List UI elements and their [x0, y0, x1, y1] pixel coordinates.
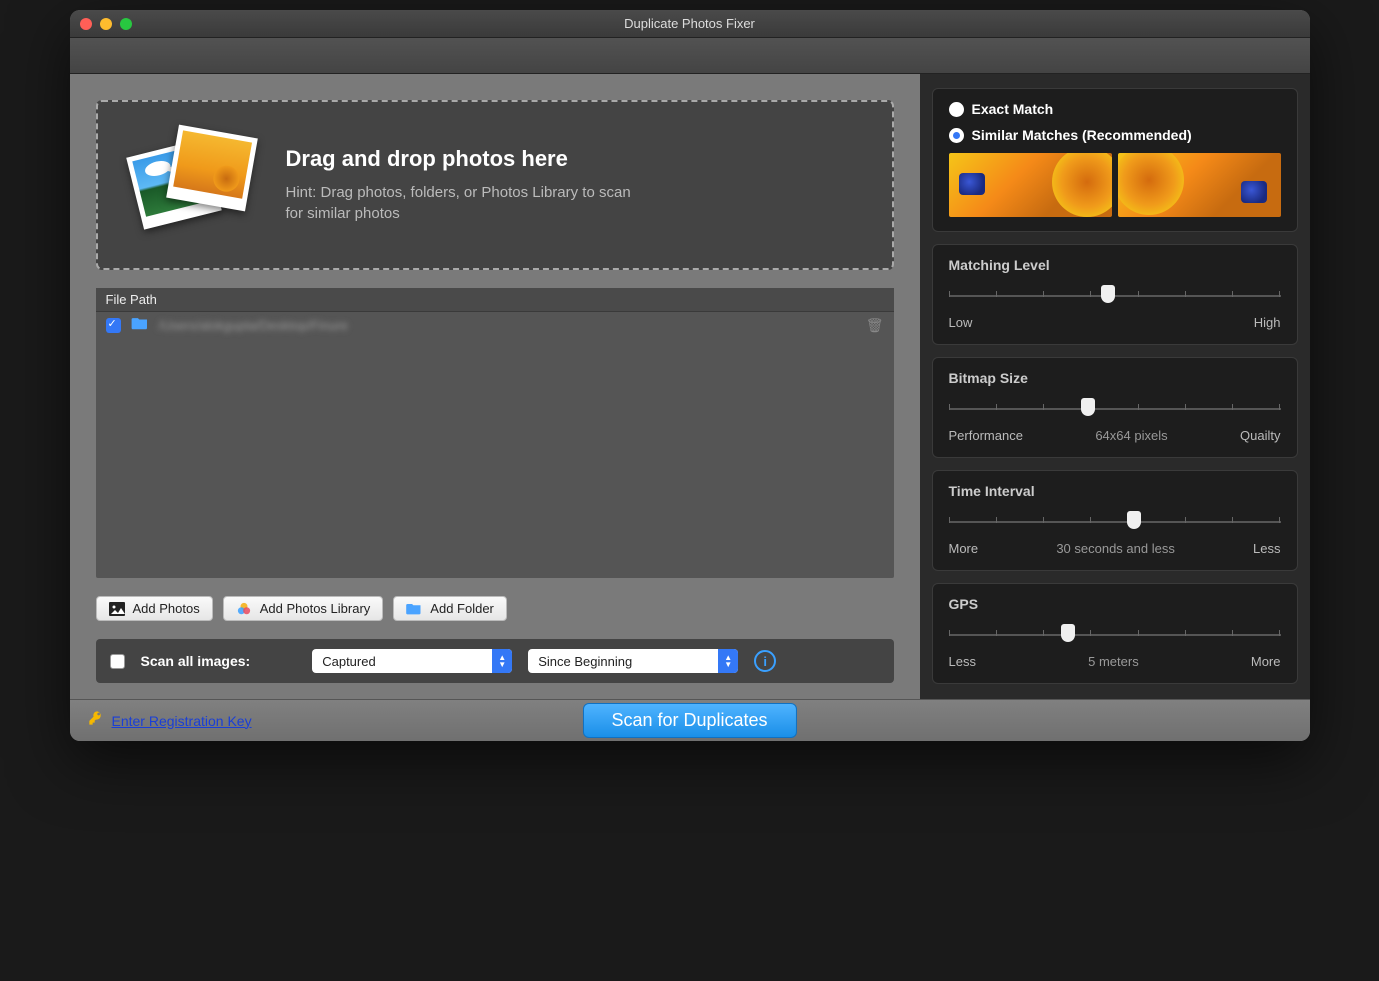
exact-match-label: Exact Match [972, 101, 1054, 117]
chevron-updown-icon: ▲▼ [718, 649, 738, 673]
similar-matches-label: Similar Matches (Recommended) [972, 127, 1192, 143]
chevron-updown-icon: ▲▼ [492, 649, 512, 673]
time-interval-panel: Time Interval More 30 seconds and less L… [932, 470, 1298, 571]
slider-center-label: 64x64 pixels [1095, 428, 1167, 443]
slider-center-label: 5 meters [1088, 654, 1139, 669]
thumbnail-image [949, 153, 1112, 217]
traffic-lights [80, 18, 132, 30]
drop-hint: Hint: Drag photos, folders, or Photos Li… [286, 182, 646, 224]
captured-select[interactable]: Captured ▲▼ [312, 649, 512, 673]
slider-right-label: Less [1253, 541, 1280, 556]
since-select-value: Since Beginning [528, 654, 718, 669]
slider-center-label: 30 seconds and less [1056, 541, 1175, 556]
time-interval-slider[interactable] [949, 513, 1281, 531]
close-window-button[interactable] [80, 18, 92, 30]
scan-all-label: Scan all images: [141, 653, 251, 669]
photos-icon [128, 125, 258, 245]
window-title: Duplicate Photos Fixer [70, 16, 1310, 31]
zoom-window-button[interactable] [120, 18, 132, 30]
main-panel: Drag and drop photos here Hint: Drag pho… [70, 74, 920, 699]
slider-low-label: Low [949, 315, 973, 330]
add-photos-library-label: Add Photos Library [260, 601, 371, 616]
matching-level-slider[interactable] [949, 287, 1281, 305]
thumbnail-image [1118, 153, 1281, 217]
content: Drag and drop photos here Hint: Drag pho… [70, 74, 1310, 699]
add-photos-label: Add Photos [133, 601, 200, 616]
captured-select-value: Captured [312, 654, 492, 669]
bitmap-size-slider[interactable] [949, 400, 1281, 418]
gps-title: GPS [949, 596, 1281, 612]
slider-high-label: High [1254, 315, 1281, 330]
slider-right-label: More [1251, 654, 1281, 669]
add-folder-button[interactable]: Add Folder [393, 596, 507, 621]
gps-slider[interactable] [949, 626, 1281, 644]
drop-heading: Drag and drop photos here [286, 146, 646, 172]
minimize-window-button[interactable] [100, 18, 112, 30]
app-window: Duplicate Photos Fixer Drag and drop pho… [70, 10, 1310, 741]
gps-panel: GPS Less 5 meters More [932, 583, 1298, 684]
photos-library-icon [236, 602, 252, 616]
file-row[interactable]: /Users/alokgupta/Desktop/Finure 🗑 [96, 312, 894, 339]
radio-icon [949, 102, 964, 117]
exact-match-radio[interactable]: Exact Match [949, 101, 1281, 117]
add-folder-label: Add Folder [430, 601, 494, 616]
slider-left-label: Performance [949, 428, 1023, 443]
similar-matches-radio[interactable]: Similar Matches (Recommended) [949, 127, 1281, 143]
file-path: /Users/alokgupta/Desktop/Finure [159, 318, 856, 333]
slider-left-label: More [949, 541, 979, 556]
matching-level-title: Matching Level [949, 257, 1281, 273]
slider-right-label: Quailty [1240, 428, 1280, 443]
since-select[interactable]: Since Beginning ▲▼ [528, 649, 738, 673]
enter-registration-link[interactable]: Enter Registration Key [112, 713, 252, 729]
info-icon[interactable]: i [754, 650, 776, 672]
image-icon [109, 602, 125, 616]
drop-zone[interactable]: Drag and drop photos here Hint: Drag pho… [96, 100, 894, 270]
file-list: File Path /Users/alokgupta/Desktop/Finur… [96, 288, 894, 578]
folder-icon [131, 316, 149, 335]
toolbar [70, 38, 1310, 74]
trash-icon[interactable]: 🗑 [866, 317, 884, 334]
key-icon [88, 710, 104, 731]
matching-level-panel: Matching Level Low High [932, 244, 1298, 345]
drop-text: Drag and drop photos here Hint: Drag pho… [286, 146, 646, 224]
file-row-checkbox[interactable] [106, 318, 121, 333]
bitmap-size-title: Bitmap Size [949, 370, 1281, 386]
add-buttons-row: Add Photos Add Photos Library [96, 596, 894, 621]
time-interval-title: Time Interval [949, 483, 1281, 499]
sidebar: Exact Match Similar Matches (Recommended… [920, 74, 1310, 699]
scan-for-duplicates-button[interactable]: Scan for Duplicates [582, 703, 796, 738]
scan-options-row: Scan all images: Captured ▲▼ Since Begin… [96, 639, 894, 683]
add-photos-library-button[interactable]: Add Photos Library [223, 596, 384, 621]
titlebar: Duplicate Photos Fixer [70, 10, 1310, 38]
file-list-header: File Path [96, 288, 894, 312]
bitmap-size-panel: Bitmap Size Performance 64x64 pixels Qua… [932, 357, 1298, 458]
slider-left-label: Less [949, 654, 976, 669]
folder-icon [406, 602, 422, 616]
similar-thumbnails [949, 153, 1281, 217]
match-mode-panel: Exact Match Similar Matches (Recommended… [932, 88, 1298, 232]
scan-all-checkbox[interactable] [110, 654, 125, 669]
footer: Enter Registration Key Scan for Duplicat… [70, 699, 1310, 741]
add-photos-button[interactable]: Add Photos [96, 596, 213, 621]
radio-icon [949, 128, 964, 143]
